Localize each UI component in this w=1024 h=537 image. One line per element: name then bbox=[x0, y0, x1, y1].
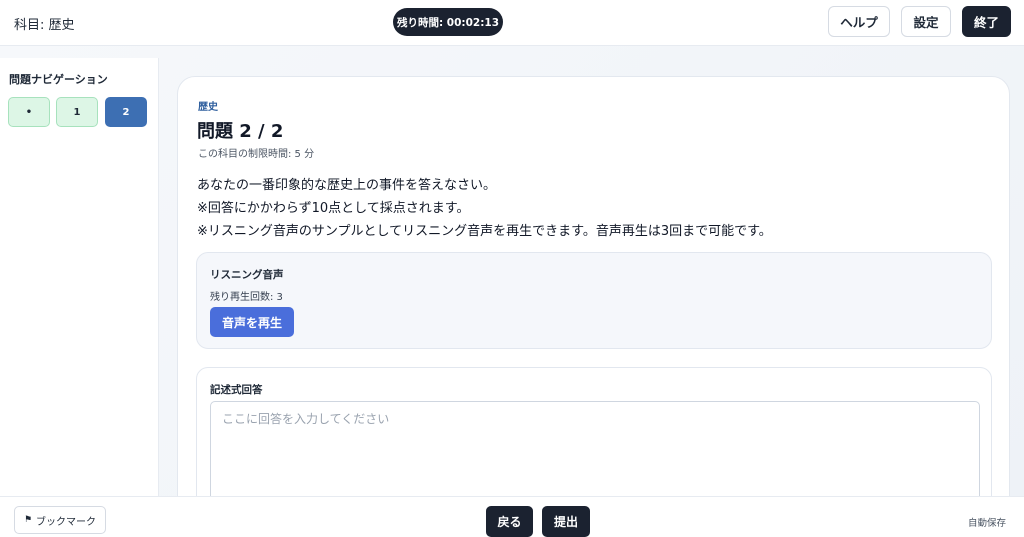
top-bar: 科目: 歴史 残り時間: 00:02:13 ヘルプ 設定 終了 bbox=[0, 0, 1024, 46]
question-text-line: ※回答にかかわらず10点として採点されます。 bbox=[197, 201, 470, 216]
question-navigation-panel: 問題ナビゲーション • 1 2 bbox=[0, 58, 159, 496]
question-nav-item[interactable]: 1 bbox=[56, 97, 98, 127]
question-nav-item[interactable]: • bbox=[8, 97, 50, 127]
question-nav-item-current[interactable]: 2 bbox=[105, 97, 147, 127]
listening-audio-title: リスニング音声 bbox=[210, 269, 284, 281]
written-answer-title: 記述式回答 bbox=[210, 384, 263, 396]
question-title: 問題 2 / 2 bbox=[197, 121, 284, 142]
time-limit-text: この科目の制限時間: 5 分 bbox=[198, 149, 315, 160]
answer-input[interactable] bbox=[210, 401, 980, 511]
help-button[interactable]: ヘルプ bbox=[828, 6, 890, 37]
bookmark-button[interactable]: ⚑ ブックマーク bbox=[14, 506, 106, 534]
settings-button[interactable]: 設定 bbox=[901, 6, 951, 37]
bottom-bar: ⚑ ブックマーク 戻る 提出 自動保存 bbox=[0, 496, 1024, 537]
exit-button[interactable]: 終了 bbox=[962, 6, 1011, 37]
back-button[interactable]: 戻る bbox=[486, 506, 533, 537]
remaining-time-badge: 残り時間: 00:02:13 bbox=[393, 8, 503, 36]
listening-audio-panel: リスニング音声 残り再生回数: 3 音声を再生 bbox=[196, 252, 992, 349]
question-card: 歴史 問題 2 / 2 この科目の制限時間: 5 分 あなたの一番印象的な歴史上… bbox=[177, 76, 1010, 527]
question-subject: 歴史 bbox=[198, 102, 218, 113]
play-audio-button[interactable]: 音声を再生 bbox=[210, 307, 294, 337]
question-navigation-title: 問題ナビゲーション bbox=[9, 73, 108, 86]
subject-label: 科目: 歴史 bbox=[14, 18, 75, 33]
question-text-line: あなたの一番印象的な歴史上の事件を答えなさい。 bbox=[197, 178, 497, 193]
autosave-status: 自動保存 bbox=[968, 518, 1007, 529]
submit-button[interactable]: 提出 bbox=[542, 506, 590, 537]
bookmark-label: ブックマーク bbox=[36, 516, 97, 528]
remaining-plays-text: 残り再生回数: 3 bbox=[210, 292, 283, 303]
question-text-line: ※リスニング音声のサンプルとしてリスニング音声を再生できます。音声再生は3回まで… bbox=[197, 224, 772, 239]
flag-icon: ⚑ bbox=[23, 515, 33, 525]
